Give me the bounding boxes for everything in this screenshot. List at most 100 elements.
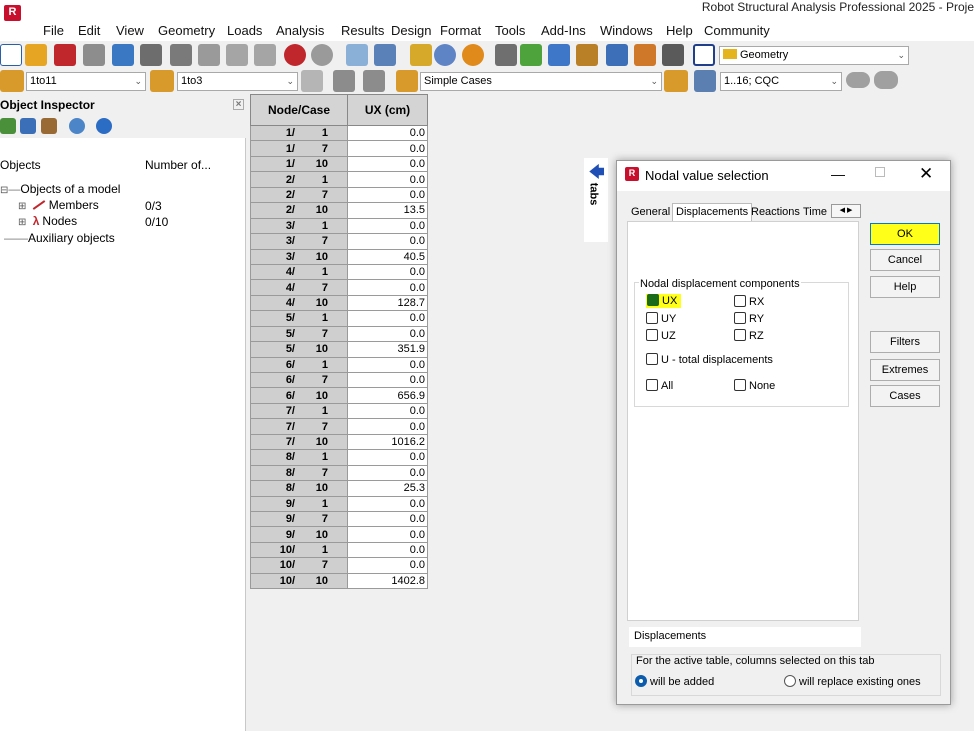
node-case-cell[interactable]: 8/10 <box>250 480 348 497</box>
cases-combo[interactable]: 1to3 ⌄ <box>177 72 298 91</box>
new-file-icon[interactable] <box>0 44 22 66</box>
ux-value-cell[interactable]: 0.0 <box>347 186 428 204</box>
mode-icon[interactable] <box>664 70 688 92</box>
ux-value-cell[interactable]: 0.0 <box>347 371 428 389</box>
tabs-label[interactable]: tabs <box>587 183 599 206</box>
column-header-ux[interactable]: UX (cm) <box>347 94 428 126</box>
tab-time[interactable]: Time <box>800 205 830 219</box>
column-header-node-case[interactable]: Node/Case <box>250 94 348 126</box>
ux-value-cell[interactable]: 0.0 <box>347 557 428 574</box>
node-case-cell[interactable]: 2/10 <box>250 202 348 219</box>
redo-icon[interactable] <box>311 44 333 66</box>
menu-file[interactable]: File <box>43 23 64 38</box>
table-row[interactable]: 3/7 0.0 <box>250 233 428 250</box>
table-row[interactable]: 3/1 0.0 <box>250 217 428 235</box>
hourglass-icon[interactable] <box>41 118 57 134</box>
table-row[interactable]: 5/7 0.0 <box>250 325 428 343</box>
tab-displacements[interactable]: Displacements <box>672 203 753 223</box>
undo-icon[interactable] <box>284 44 306 66</box>
node-case-cell[interactable]: 7/1 <box>250 402 348 420</box>
all-checkbox[interactable]: All <box>646 379 673 392</box>
uz-checkbox[interactable]: UZ <box>646 329 676 342</box>
ux-value-cell[interactable]: 656.9 <box>347 387 428 404</box>
ux-value-cell[interactable]: 0.0 <box>347 495 428 512</box>
ux-value-cell[interactable]: 0.0 <box>347 526 428 543</box>
ux-value-cell[interactable]: 0.0 <box>347 541 428 559</box>
table-row[interactable]: 8/10 25.3 <box>250 480 428 497</box>
menu-analysis[interactable]: Analysis <box>276 23 324 38</box>
ux-value-cell[interactable]: 0.0 <box>347 279 428 296</box>
menu-geometry[interactable]: Geometry <box>158 23 215 38</box>
ux-value-cell[interactable]: 0.0 <box>347 171 428 188</box>
tabs-panel[interactable]: 🡄 tabs <box>584 158 608 242</box>
ux-value-cell[interactable]: 0.0 <box>347 263 428 281</box>
tree-item-auxiliary[interactable]: ——Auxiliary objects <box>4 231 115 245</box>
print-icon[interactable] <box>83 44 105 66</box>
close-icon[interactable]: ✕ <box>919 164 933 184</box>
cases-button[interactable]: Cases <box>870 385 940 407</box>
node-case-cell[interactable]: 4/10 <box>250 294 348 312</box>
node-case-cell[interactable]: 2/1 <box>250 171 348 188</box>
table-row[interactable]: 2/7 0.0 <box>250 186 428 204</box>
display-2-icon[interactable] <box>363 70 385 92</box>
app-logo-icon[interactable]: R <box>4 5 21 21</box>
ux-value-cell[interactable]: 0.0 <box>347 140 428 157</box>
table-row[interactable]: 7/1 0.0 <box>250 402 428 420</box>
table-row[interactable]: 10/10 1402.8 <box>250 572 428 590</box>
report-icon[interactable] <box>606 44 628 66</box>
ry-checkbox[interactable]: RY <box>734 312 764 325</box>
menu-results[interactable]: Results <box>341 23 384 38</box>
rx-checkbox[interactable]: RX <box>734 295 764 308</box>
save-icon[interactable] <box>54 44 76 66</box>
help-icon[interactable] <box>96 118 112 134</box>
case-type-icon[interactable] <box>396 70 418 92</box>
ux-value-cell[interactable]: 0.0 <box>347 325 428 343</box>
table-row[interactable]: 10/1 0.0 <box>250 541 428 559</box>
table-row[interactable]: 6/1 0.0 <box>250 356 428 374</box>
zoom-window-icon[interactable] <box>462 44 484 66</box>
displacements-table[interactable]: Node/Case UX (cm) 1/1 0.0 1/7 0.0 1/10 0.0 2/1… <box>250 94 428 590</box>
rz-checkbox[interactable]: RZ <box>734 329 764 342</box>
node-case-cell[interactable]: 6/1 <box>250 356 348 374</box>
node-case-cell[interactable]: 3/1 <box>250 217 348 235</box>
ux-value-cell[interactable]: 0.0 <box>347 310 428 327</box>
ux-value-cell[interactable]: 40.5 <box>347 248 428 265</box>
cancel-button[interactable]: Cancel <box>870 249 940 271</box>
node-case-cell[interactable]: 4/1 <box>250 263 348 281</box>
table-row[interactable]: 5/10 351.9 <box>250 341 428 358</box>
ux-checkbox[interactable]: UX <box>646 294 682 308</box>
column-objects[interactable]: Objects <box>0 158 41 172</box>
tree-item-members[interactable]: ⊞ Members <box>18 198 99 212</box>
structure-icon[interactable] <box>520 44 542 66</box>
filter-icon[interactable] <box>20 118 36 134</box>
ux-value-cell[interactable]: 0.0 <box>347 124 428 142</box>
node-case-cell[interactable]: 1/1 <box>250 124 348 142</box>
layout-combo[interactable]: Geometry ⌄ <box>719 46 909 65</box>
open-folder-icon[interactable] <box>25 44 47 66</box>
menu-tools[interactable]: Tools <box>495 23 525 38</box>
menu-help[interactable]: Help <box>666 23 693 38</box>
ux-value-cell[interactable]: 1016.2 <box>347 433 428 451</box>
view-icon[interactable] <box>846 72 870 88</box>
table-icon[interactable] <box>346 44 368 66</box>
table-row[interactable]: 7/10 1016.2 <box>250 433 428 451</box>
tree-icon[interactable] <box>0 118 16 134</box>
node-case-cell[interactable]: 6/10 <box>250 387 348 404</box>
table-row[interactable]: 8/1 0.0 <box>250 449 428 466</box>
tab-scroll-arrows[interactable]: ◀ ▶ <box>831 204 861 218</box>
gear-icon[interactable] <box>495 44 517 66</box>
table-row[interactable]: 9/7 0.0 <box>250 510 428 528</box>
ux-value-cell[interactable]: 13.5 <box>347 202 428 219</box>
design-icon[interactable] <box>634 44 656 66</box>
ux-value-cell[interactable]: 0.0 <box>347 464 428 482</box>
combination-icon[interactable] <box>694 70 716 92</box>
tab-reactions[interactable]: Reactions <box>748 205 803 219</box>
search-icon[interactable] <box>69 118 85 134</box>
expand-icon[interactable]: ⊞ <box>18 201 26 212</box>
none-checkbox[interactable]: None <box>734 379 775 392</box>
node-case-cell[interactable]: 8/1 <box>250 449 348 466</box>
node-case-cell[interactable]: 1/7 <box>250 140 348 157</box>
node-case-cell[interactable]: 3/7 <box>250 233 348 250</box>
table-row[interactable]: 1/1 0.0 <box>250 124 428 142</box>
table-row[interactable]: 2/10 13.5 <box>250 202 428 219</box>
